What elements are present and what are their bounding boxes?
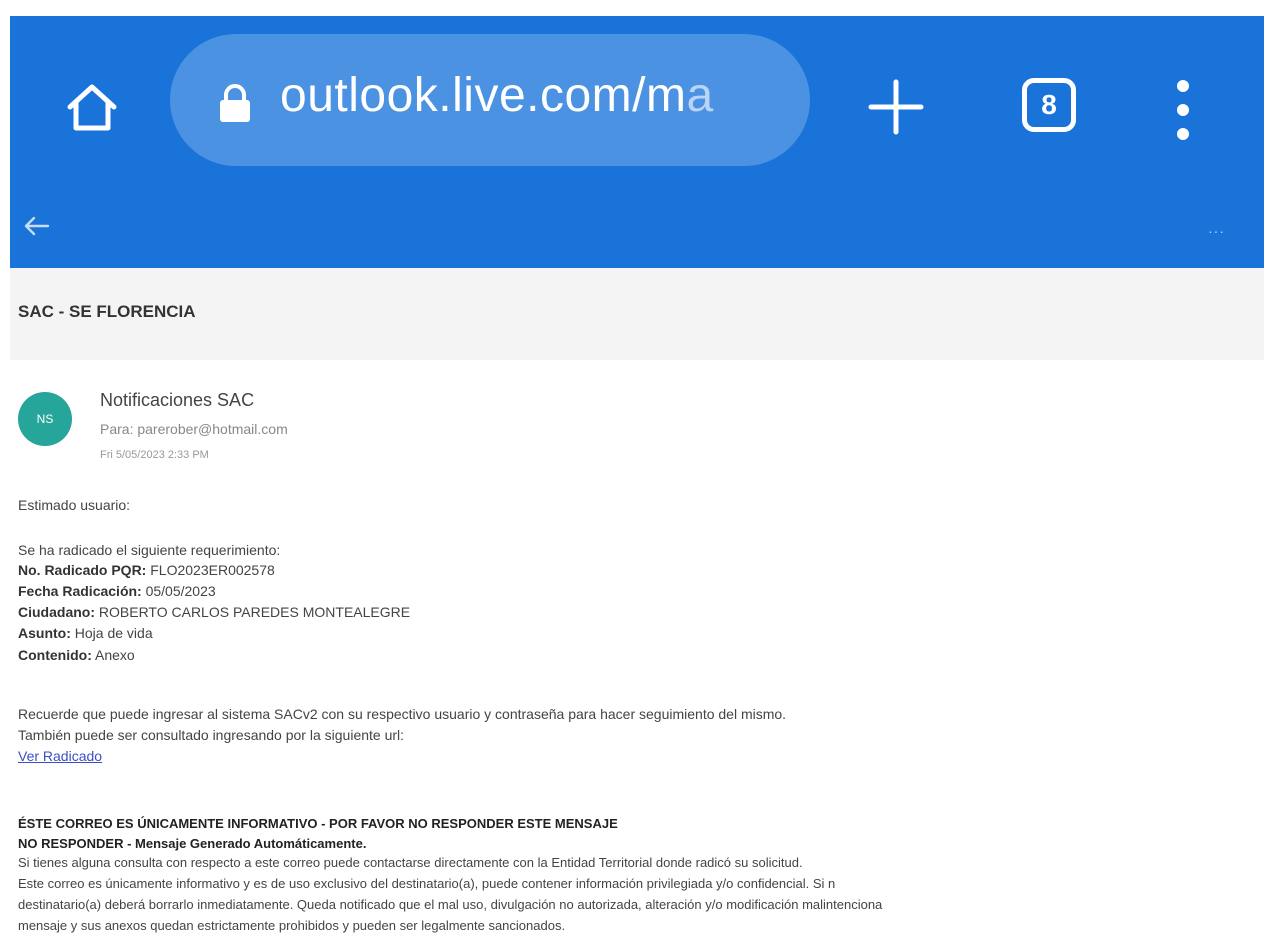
avatar-initials: NS (36, 412, 54, 426)
field-label: Ciudadano: (18, 604, 95, 620)
disclaimer-line: Este correo es únicamente informativo y … (18, 876, 836, 891)
sent-date: Fri 5/05/2023 2:33 PM (100, 449, 209, 461)
lock-icon (220, 84, 250, 122)
sender-name[interactable]: Notificaciones SAC (100, 390, 254, 411)
tab-count: 8 (1041, 89, 1057, 120)
home-button[interactable] (62, 78, 122, 138)
field-asunto: Asunto: Hoja de vida (18, 625, 153, 641)
back-arrow-icon[interactable] (22, 214, 50, 238)
reminder-line: Recuerde que puede ingresar al sistema S… (18, 706, 787, 722)
tab-count-button[interactable]: 8 (1022, 78, 1076, 132)
disclaimer-line: destinatario(a) deberá borrarlo inmediat… (18, 897, 883, 912)
url-text[interactable]: outlook.live.com/ma (280, 68, 780, 123)
intro-line: Se ha radicado el siguiente requerimient… (18, 542, 281, 558)
sender-avatar[interactable]: NS (18, 392, 72, 446)
field-label: Asunto: (18, 625, 71, 641)
ver-radicado-link[interactable]: Ver Radicado (18, 748, 102, 764)
url-note-line: También puede ser consultado ingresando … (18, 727, 405, 743)
home-icon (67, 84, 117, 131)
field-label: Contenido: (18, 647, 92, 663)
url-faded: a (686, 69, 714, 122)
email-subject: SAC - SE FLORENCIA (18, 302, 196, 321)
field-label: Fecha Radicación: (18, 583, 142, 599)
browser-toolbar: outlook.live.com/ma 8 ··· (10, 16, 1264, 268)
disclaimer-title: ÉSTE CORREO ES ÚNICAMENTE INFORMATIVO - … (18, 816, 618, 831)
field-value: FLO2023ER002578 (146, 562, 275, 578)
field-label: No. Radicado PQR: (18, 562, 147, 578)
field-fecha: Fecha Radicación: 05/05/2023 (18, 583, 216, 599)
disclaimer-subtitle: NO RESPONDER - Mensaje Generado Automáti… (18, 836, 367, 851)
new-tab-icon[interactable] (865, 76, 927, 138)
field-value: Anexo (91, 647, 135, 663)
disclaimer-line: Si tienes alguna consulta con respecto a… (18, 855, 803, 870)
disclaimer-line: mensaje y sus anexos quedan estrictament… (18, 918, 566, 933)
field-radicado: No. Radicado PQR: FLO2023ER002578 (18, 562, 275, 578)
address-bar[interactable]: outlook.live.com/ma (170, 34, 810, 166)
top-margin (0, 0, 1264, 16)
subject-bar: SAC - SE FLORENCIA (10, 268, 1264, 360)
greeting: Estimado usuario: (18, 497, 131, 513)
more-options-button[interactable]: ··· (1208, 223, 1225, 239)
left-margin (0, 0, 10, 948)
field-value: Hoja de vida (70, 625, 153, 641)
field-value: ROBERTO CARLOS PAREDES MONTEALEGRE (95, 604, 411, 620)
overflow-menu-icon[interactable] (1168, 76, 1198, 144)
recipient-line: Para: parerober@hotmail.com (100, 421, 288, 437)
field-ciudadano: Ciudadano: ROBERTO CARLOS PAREDES MONTEA… (18, 604, 410, 620)
url-main: outlook.live.com/m (280, 69, 687, 122)
field-value: 05/05/2023 (141, 583, 216, 599)
field-contenido: Contenido: Anexo (18, 647, 135, 663)
